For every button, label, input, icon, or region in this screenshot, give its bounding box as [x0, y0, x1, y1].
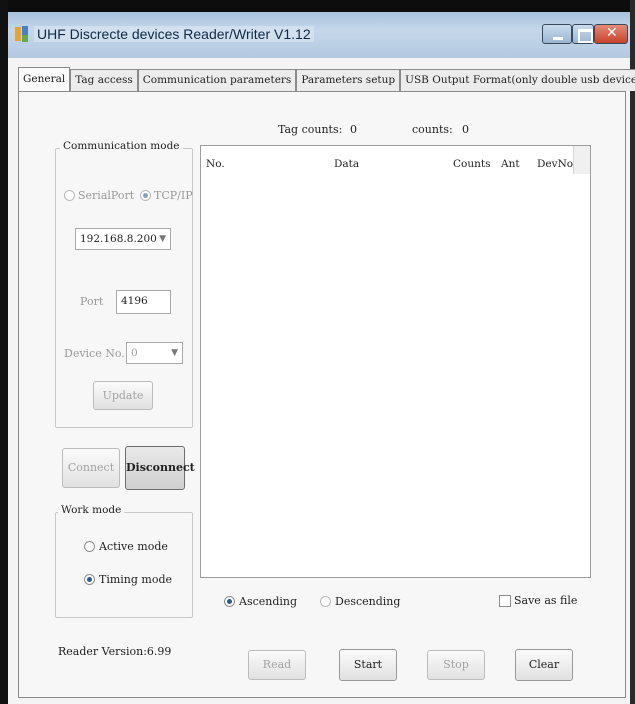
update-button[interactable]: Update — [93, 381, 153, 410]
maximize-button[interactable] — [572, 24, 594, 44]
active-mode-label: Active mode — [99, 540, 168, 553]
save-as-file-label: Save as file — [514, 594, 578, 607]
work-mode-group — [55, 512, 193, 618]
device-number-value: 0 — [131, 347, 138, 359]
port-value: 4196 — [121, 295, 148, 307]
clear-button[interactable]: Clear — [515, 649, 573, 681]
serialport-option[interactable]: SerialPort — [64, 189, 134, 202]
read-button[interactable]: Read — [248, 650, 306, 680]
disconnect-button[interactable]: Disconnect — [125, 446, 195, 490]
screen-edge-right — [630, 0, 635, 704]
port-label: Port — [80, 295, 104, 308]
descending-label: Descending — [335, 595, 401, 608]
counts-label: counts: — [412, 123, 453, 136]
descending-option[interactable]: Descending — [320, 595, 400, 608]
chevron-down-icon[interactable]: ▼ — [159, 229, 166, 249]
tab-general[interactable]: General — [18, 67, 71, 91]
ip-address-combo[interactable]: 192.168.8.200 ▼ — [75, 228, 171, 250]
counts-value: 0 — [462, 123, 469, 136]
reader-version: Reader Version:6.99 — [58, 645, 172, 658]
ascending-option[interactable]: Ascending — [224, 595, 297, 608]
column-header-data[interactable]: Data — [334, 158, 359, 170]
tab-usb-output-format[interactable]: USB Output Format(only double usb device… — [400, 69, 635, 91]
tab-tag-access[interactable]: Tag access — [70, 69, 138, 91]
device-number-combo[interactable]: 0 ▼ — [126, 342, 183, 364]
tab-communication-parameters[interactable]: Communication parameters — [137, 69, 297, 91]
app-icon — [15, 26, 28, 42]
ascending-radio[interactable] — [224, 596, 235, 607]
active-mode-option[interactable]: Active mode — [84, 540, 168, 553]
active-mode-radio[interactable] — [84, 541, 95, 552]
communication-mode-title: Communication mode — [60, 140, 183, 152]
timing-mode-radio[interactable] — [84, 574, 95, 585]
tcpip-option[interactable]: TCP/IP — [140, 189, 193, 202]
port-input[interactable]: 4196 — [116, 290, 171, 314]
serialport-radio[interactable] — [64, 190, 75, 201]
chevron-down-icon[interactable]: ▼ — [171, 343, 178, 363]
screen-edge-top — [0, 0, 635, 12]
start-button[interactable]: Start — [339, 649, 397, 681]
timing-mode-label: Timing mode — [99, 573, 173, 586]
screen-edge-left — [0, 0, 8, 704]
stop-button[interactable]: Stop — [427, 650, 485, 680]
tag-counts-label: Tag counts: — [278, 123, 343, 136]
device-number-label: Device No. — [64, 347, 125, 360]
column-header-counts[interactable]: Counts — [453, 158, 491, 170]
column-header-devno[interactable]: DevNo — [537, 158, 573, 170]
ip-address-value: 192.168.8.200 — [80, 233, 157, 245]
column-header-ant[interactable]: Ant — [501, 158, 520, 170]
work-mode-title: Work mode — [58, 504, 125, 516]
tag-counts-value: 0 — [350, 123, 357, 136]
column-header-no[interactable]: No. — [206, 158, 225, 170]
tab-bar: General Tag access Communication paramet… — [18, 67, 635, 91]
descending-radio[interactable] — [320, 596, 331, 607]
window-title: UHF Discrecte devices Reader/Writer V1.1… — [34, 26, 314, 42]
close-button[interactable] — [594, 24, 628, 44]
tab-parameters-setup[interactable]: Parameters setup — [296, 69, 401, 91]
save-as-file-checkbox[interactable] — [499, 594, 511, 607]
table-scrollbar[interactable] — [573, 146, 590, 174]
timing-mode-option[interactable]: Timing mode — [84, 573, 172, 586]
minimize-button[interactable] — [542, 24, 572, 44]
tcpip-label: TCP/IP — [154, 189, 193, 202]
ascending-label: Ascending — [239, 595, 298, 608]
tcpip-radio[interactable] — [140, 190, 151, 201]
tag-data-table[interactable]: No. Data Counts Ant DevNo — [200, 145, 591, 578]
serialport-label: SerialPort — [78, 189, 135, 202]
connect-button[interactable]: Connect — [62, 448, 120, 488]
save-as-file-option[interactable]: Save as file — [499, 594, 577, 607]
